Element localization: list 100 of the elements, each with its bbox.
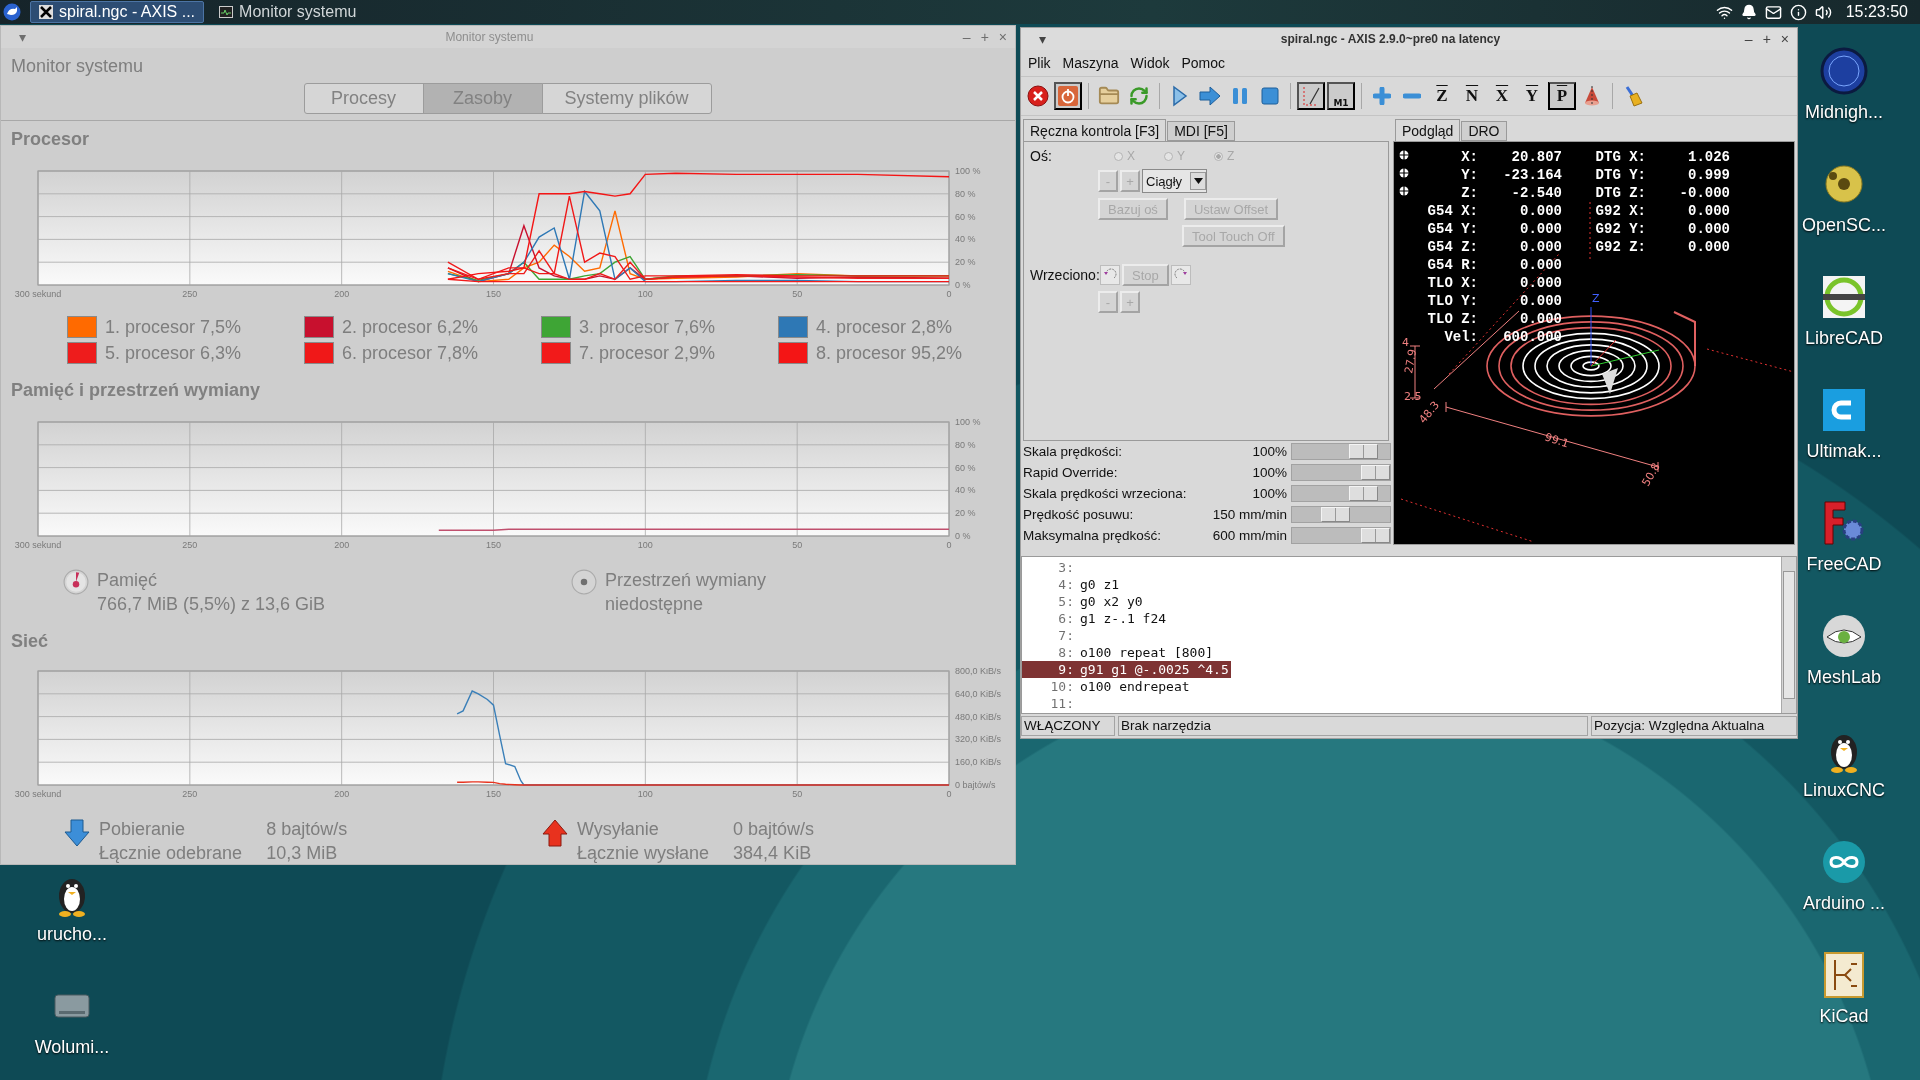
- window-title: spiral.ngc - AXIS 2.9.0~pre0 na latency: [1279, 32, 1502, 46]
- status-field: Brak narzędzia: [1118, 716, 1588, 736]
- section-title: Sieć: [10, 630, 50, 653]
- axis-tick-label: 40 %: [955, 234, 976, 245]
- axis-tick-label: 250: [182, 540, 198, 550]
- axis-tick-label: 50: [792, 289, 803, 299]
- axis-tick-label: 100: [637, 789, 653, 799]
- dro-label: Y:: [1460, 166, 1478, 184]
- dro-label: G54 Z:: [1426, 238, 1478, 256]
- code-text: g91 g1 @-.0025 ^4.5: [1080, 661, 1229, 678]
- legend-label: 3. procesor 7,6%: [579, 316, 716, 338]
- dro-label: DTG Y:: [1594, 166, 1646, 184]
- line-number: 8:: [1057, 644, 1075, 661]
- spindle-label: Wrzeciono:: [1030, 267, 1098, 283]
- slider-label: Rapid Override:: [1023, 465, 1119, 480]
- section-title: Procesor: [10, 128, 91, 151]
- dro-value: -23.164: [1502, 166, 1562, 184]
- dro-value: 0.000: [1519, 220, 1562, 238]
- legend-label: 7. procesor 2,9%: [579, 342, 716, 364]
- slider-reading: 100%: [1252, 465, 1287, 480]
- traffic-rate: 8 bajtów/s: [266, 818, 348, 840]
- line-number: 9:: [1057, 661, 1075, 678]
- dro-value: 0.000: [1519, 202, 1562, 220]
- dro-label: Z:: [1460, 184, 1478, 202]
- dimension-label: 99.1: [1543, 430, 1571, 451]
- dro-label: G54 R:: [1426, 256, 1478, 274]
- app-header: Monitor systemu: [10, 55, 145, 77]
- traffic-total: 10,3 MiB: [266, 842, 339, 864]
- axis-tick-label: 200: [334, 789, 350, 799]
- dro-label: TLO Y:: [1426, 292, 1478, 310]
- axis-tick-label: 250: [182, 789, 198, 799]
- window-title: Monitor systemu: [444, 30, 535, 44]
- dro-label: G54 Y:: [1426, 220, 1478, 238]
- slider-reading: 600 mm/min: [1212, 528, 1287, 543]
- legend-label: 1. procesor 7,5%: [105, 316, 242, 338]
- axis-label: Oś:: [1030, 148, 1053, 164]
- traffic-total-label: Łącznie wysłane: [577, 842, 710, 864]
- slider-reading: 100%: [1252, 486, 1287, 501]
- axis-tick-label: 0: [946, 540, 952, 550]
- slider-label: Skala prędkości:: [1023, 444, 1124, 459]
- slider-reading: 100%: [1252, 444, 1287, 459]
- code-text: o100 endrepeat: [1080, 678, 1190, 695]
- axis-tick-label: 200: [334, 289, 350, 299]
- axis-tick-label: 100: [637, 540, 653, 550]
- axis-tick-label: 200: [334, 540, 350, 550]
- axis-tick-label: 320,0 KiB/s: [955, 734, 1002, 745]
- dro-label: G92 Z:: [1594, 238, 1646, 256]
- code-text: o100 repeat [800]: [1080, 644, 1214, 661]
- dro-label: DTG Z:: [1594, 184, 1646, 202]
- memory-value: 766,7 MiB (5,5%) z 13,6 GiB: [97, 593, 326, 615]
- axis-tick-label: 640,0 KiB/s: [955, 688, 1002, 699]
- dro-value: 0.999: [1687, 166, 1730, 184]
- axis-tick-label: 40 %: [955, 485, 976, 496]
- traffic-total: 384,4 KiB: [733, 842, 813, 864]
- swap-label: Przestrzeń wymiany: [605, 569, 767, 591]
- legend-label: 2. procesor 6,2%: [342, 316, 479, 338]
- dimension-label: 4: [1402, 336, 1409, 349]
- dro-value: 0.000: [1687, 202, 1730, 220]
- slider-reading: 150 mm/min: [1212, 507, 1287, 522]
- legend-label: 6. procesor 7,8%: [342, 342, 479, 364]
- slider-label: Maksymalna prędkość:: [1023, 528, 1163, 543]
- axis-tick-label: 20 %: [955, 508, 976, 519]
- traffic-label: Pobieranie: [99, 818, 187, 840]
- dro-value: 0.000: [1519, 292, 1562, 310]
- dro-label: TLO Z:: [1426, 310, 1478, 328]
- swap-value: niedostępne: [605, 593, 705, 615]
- code-text: g1 z-.1 f24: [1080, 610, 1167, 627]
- dimension-label: 2.5: [1404, 390, 1422, 403]
- axis-tick-label: 0: [946, 289, 952, 299]
- traffic-label: Wysyłanie: [577, 818, 660, 840]
- axis-tick-label: 160,0 KiB/s: [955, 757, 1002, 768]
- dro-label: DTG X:: [1594, 148, 1646, 166]
- axis-tick-label: 20 %: [955, 257, 976, 268]
- clock: 15:23:50: [1845, 3, 1908, 21]
- traffic-rate: 0 bajtów/s: [733, 818, 815, 840]
- dro-value: -2.540: [1510, 184, 1562, 202]
- dro-value: 0.000: [1519, 256, 1562, 274]
- axis-tick-label: 80 %: [955, 188, 976, 199]
- axis-tick-label: 150: [486, 289, 501, 299]
- axis-tick-label: 60 %: [955, 462, 976, 473]
- dro-label: G92 X:: [1594, 202, 1646, 220]
- status-field: Pozycja: Względna Aktualna: [1591, 716, 1797, 736]
- axis-tick-label: 100: [637, 289, 653, 299]
- line-number: 5:: [1057, 593, 1075, 610]
- axis-tick-label: 480,0 KiB/s: [955, 711, 1002, 722]
- slider-label: Skala prędkości wrzeciona:: [1023, 486, 1188, 501]
- axis-tick-label: 80 %: [955, 439, 976, 450]
- line-number: 10:: [1049, 678, 1075, 695]
- section-title: Pamięć i przestrzeń wymiany: [10, 380, 262, 402]
- dro-value: 0.000: [1519, 238, 1562, 256]
- code-text: g0 z1: [1080, 576, 1120, 593]
- axis-tick-label: 300 sekund: [14, 289, 62, 299]
- dro-value: 0.000: [1687, 220, 1730, 238]
- dro-label: TLO X:: [1426, 274, 1478, 292]
- legend-label: 8. procesor 95,2%: [816, 342, 963, 364]
- dimension-label: Z: [1592, 292, 1600, 305]
- legend-label: 4. procesor 2,8%: [816, 316, 953, 338]
- axis-tick-label: 300 sekund: [14, 540, 62, 550]
- line-number: 4:: [1057, 576, 1075, 593]
- status-field: WŁĄCZONY: [1021, 716, 1115, 736]
